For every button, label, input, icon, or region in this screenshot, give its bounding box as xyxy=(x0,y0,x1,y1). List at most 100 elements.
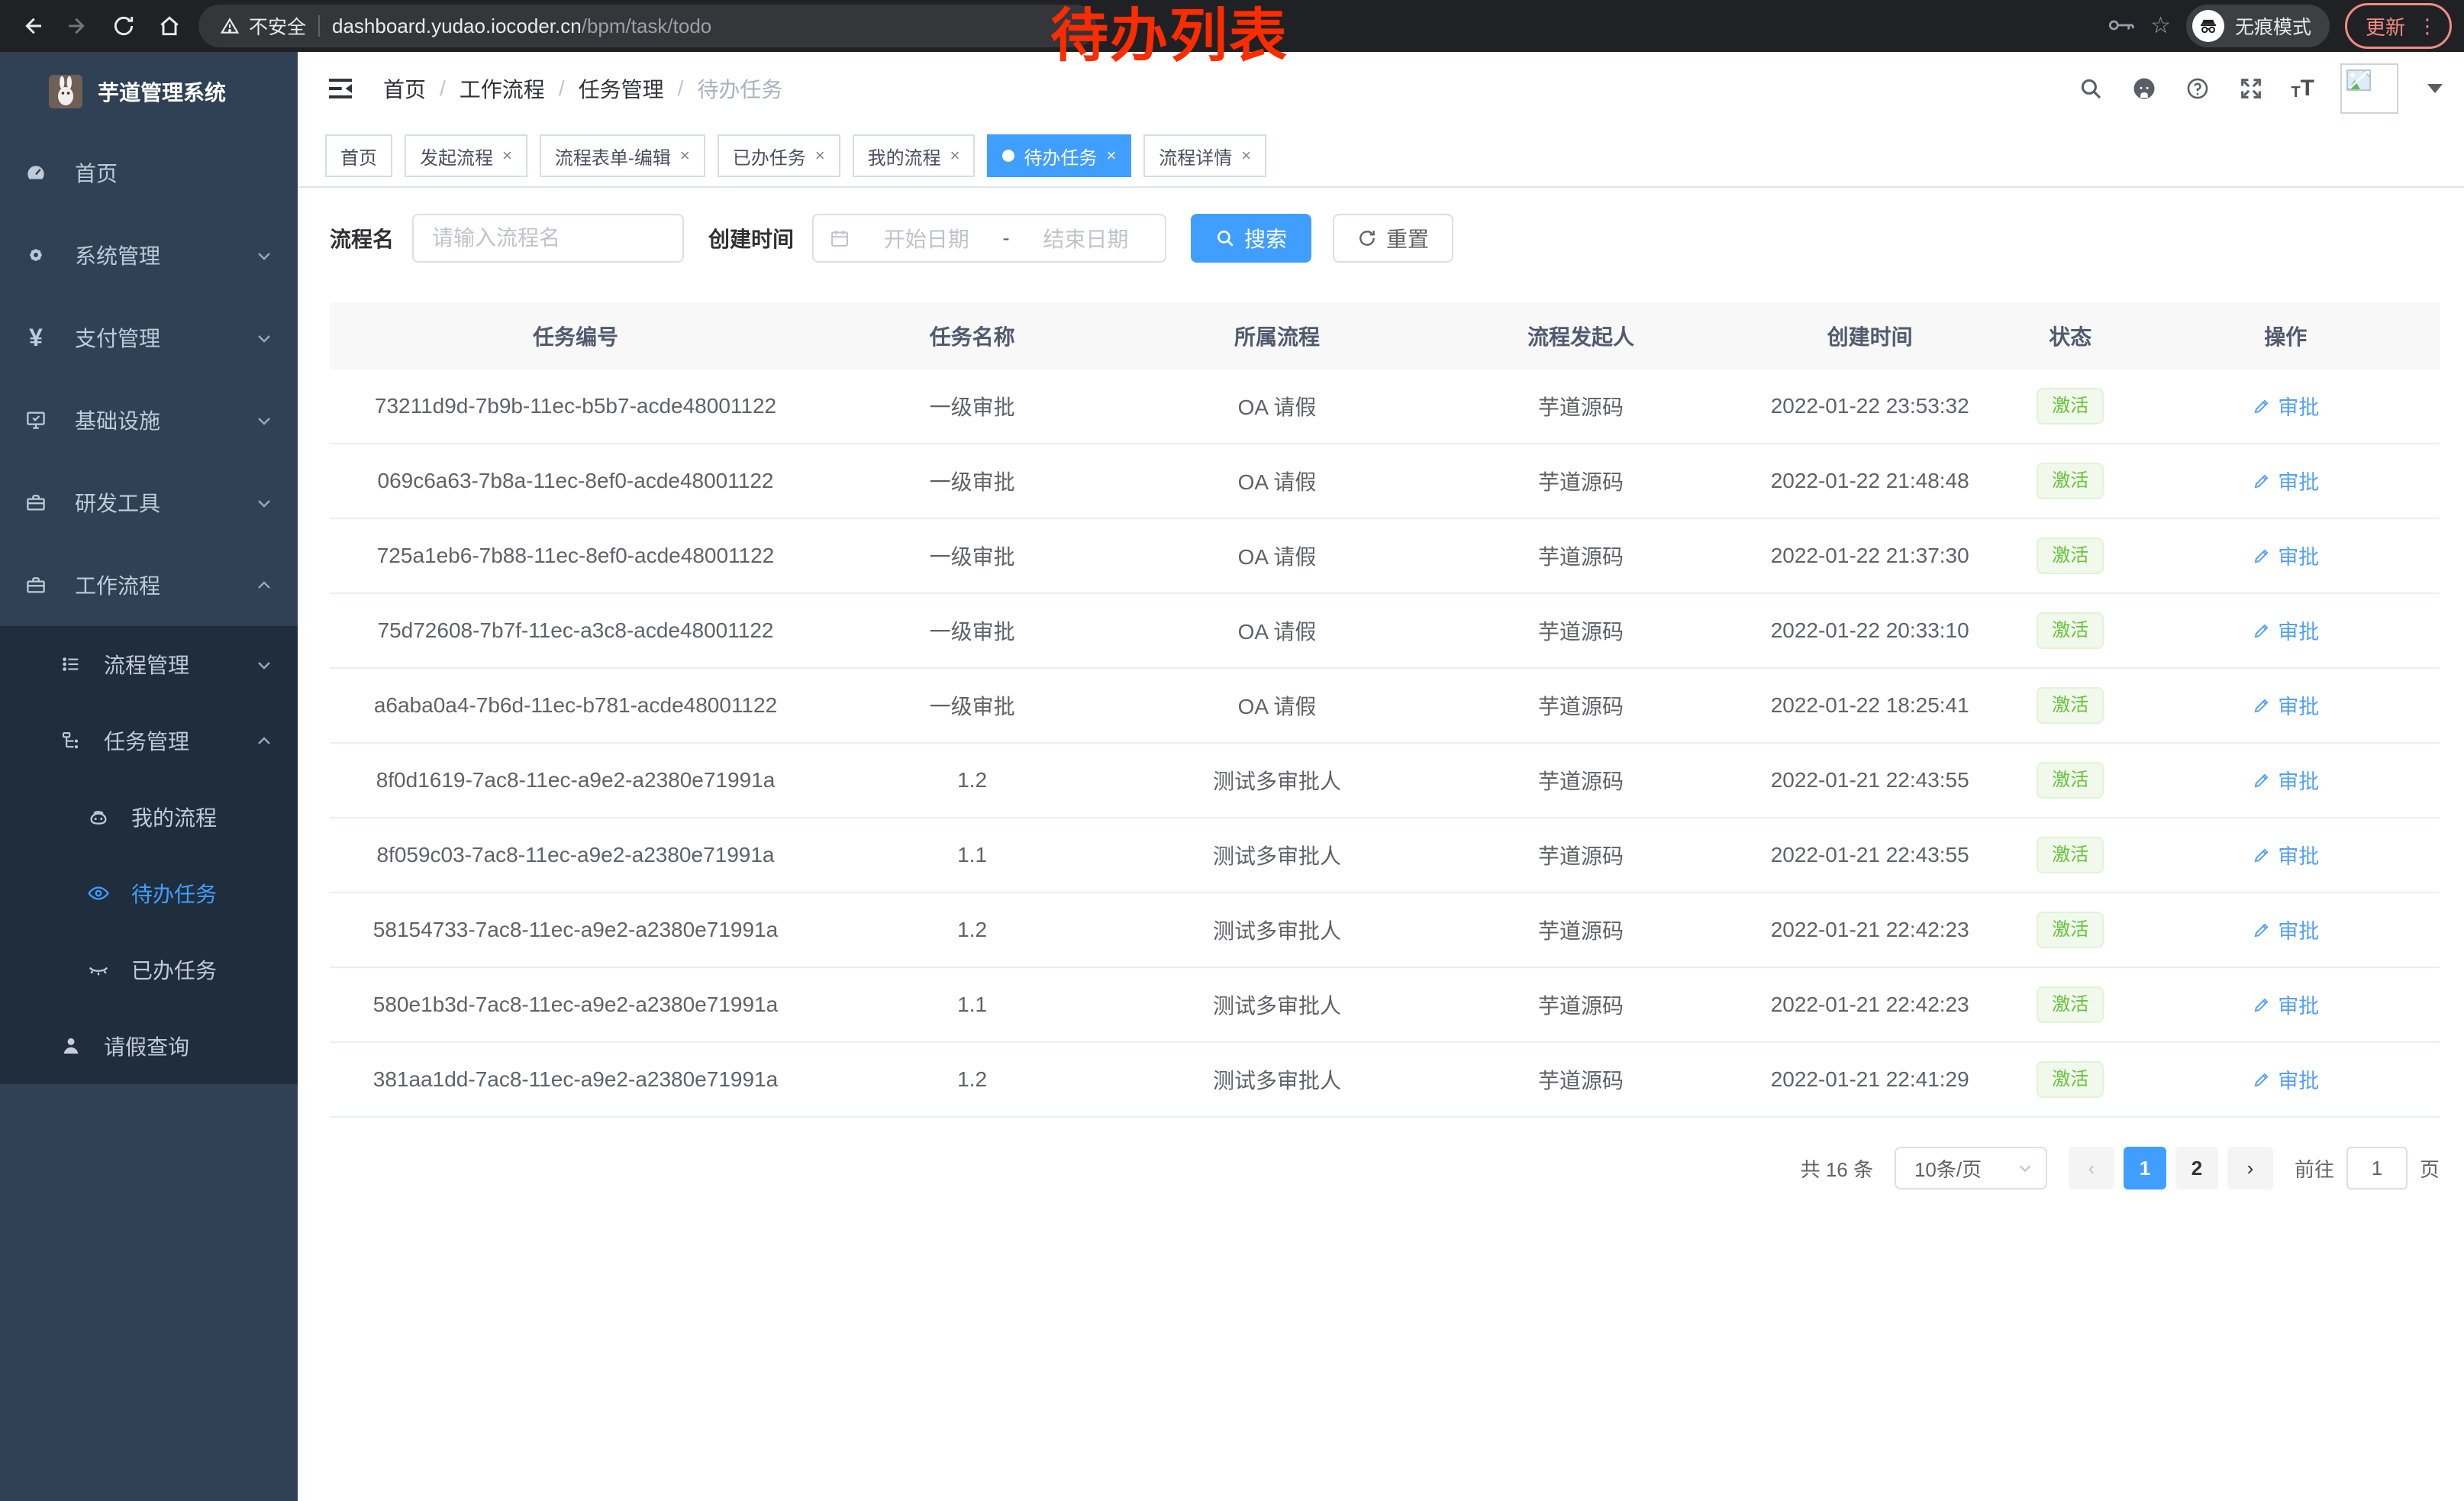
table-row: 580e1b3d-7ac8-11ec-a9e2-a2380e71991a1.1测… xyxy=(330,967,2440,1042)
col-actions: 操作 xyxy=(2131,302,2440,370)
page-size-select[interactable]: 10条/页 xyxy=(1895,1147,2047,1190)
approve-link[interactable]: 审批 xyxy=(2252,690,2319,720)
approve-link[interactable]: 审批 xyxy=(2252,1064,2319,1094)
page-1-button[interactable]: 1 xyxy=(2124,1147,2166,1190)
goto-page-input[interactable] xyxy=(2346,1147,2408,1190)
forward-icon[interactable] xyxy=(58,6,98,46)
table-row: 8f059c03-7ac8-11ec-a9e2-a2380e71991a1.1测… xyxy=(330,818,2440,893)
browser-menu-icon[interactable]: ⋮ xyxy=(2417,15,2437,38)
workflow-submenu: 流程管理 任务管理 我的流程 xyxy=(0,626,298,1084)
home-icon[interactable] xyxy=(150,6,189,46)
status-badge: 激活 xyxy=(2037,687,2104,724)
table-row: 58154733-7ac8-11ec-a9e2-a2380e71991a1.2测… xyxy=(330,893,2440,967)
approve-link[interactable]: 审批 xyxy=(2252,915,2319,944)
close-icon[interactable]: × xyxy=(1241,146,1251,166)
approve-link[interactable]: 审批 xyxy=(2252,615,2319,645)
url-text: dashboard.yudao.iocoder.cn/bpm/task/todo xyxy=(332,15,711,38)
search-button[interactable]: 搜索 xyxy=(1191,214,1311,263)
pencil-icon xyxy=(2252,920,2272,940)
security-label[interactable]: 不安全 xyxy=(249,12,306,40)
avatar[interactable] xyxy=(2340,63,2398,114)
sidebar-item-workflow[interactable]: 工作流程 xyxy=(0,544,298,626)
close-icon[interactable]: × xyxy=(1106,146,1116,166)
person-icon xyxy=(60,1035,82,1057)
flow-tree-icon xyxy=(60,729,82,752)
col-create-time: 创建时间 xyxy=(1730,302,2009,370)
table-row: 069c6a63-7b8a-11ec-8ef0-acde48001122一级审批… xyxy=(330,444,2440,518)
chevron-down-icon xyxy=(255,411,273,429)
breadcrumb-task-mgmt[interactable]: 任务管理 xyxy=(579,73,664,104)
table-header-row: 任务编号 任务名称 所属流程 流程发起人 创建时间 状态 操作 xyxy=(330,302,2440,370)
reset-button[interactable]: 重置 xyxy=(1333,214,1453,263)
search-icon[interactable] xyxy=(2077,75,2104,102)
gear-icon xyxy=(24,244,47,266)
table-row: 725a1eb6-7b88-11ec-8ef0-acde48001122一级审批… xyxy=(330,518,2440,593)
reload-icon[interactable] xyxy=(104,6,144,46)
sidebar-item-task-mgmt[interactable]: 任务管理 xyxy=(0,702,298,779)
sidebar-item-infra[interactable]: 基础设施 xyxy=(0,379,298,461)
calendar-icon xyxy=(829,228,850,249)
start-date-placeholder: 开始日期 xyxy=(863,223,990,253)
approve-link[interactable]: 审批 xyxy=(2252,541,2319,570)
tab-my-process[interactable]: 我的流程× xyxy=(853,134,976,177)
page-2-button[interactable]: 2 xyxy=(2175,1147,2218,1190)
filter-bar: 流程名 创建时间 开始日期 - 结束日期 搜索 xyxy=(330,214,2440,263)
prev-page-button[interactable]: ‹ xyxy=(2069,1147,2114,1190)
breadcrumb-workflow[interactable]: 工作流程 xyxy=(460,73,545,104)
page-unit-label: 页 xyxy=(2420,1154,2440,1183)
logo[interactable]: 芋道管理系统 xyxy=(0,52,298,131)
tab-start-process[interactable]: 发起流程× xyxy=(405,134,527,177)
close-icon[interactable]: × xyxy=(680,146,690,166)
sidebar-item-leave-query[interactable]: 请假查询 xyxy=(0,1008,298,1084)
font-size-icon[interactable]: TT xyxy=(2291,77,2314,100)
process-name-input[interactable] xyxy=(412,214,684,263)
sidebar-item-devtools[interactable]: 研发工具 xyxy=(0,461,298,544)
status-badge: 激活 xyxy=(2037,388,2104,424)
approve-link[interactable]: 审批 xyxy=(2252,840,2319,870)
incognito-label: 无痕模式 xyxy=(2235,12,2311,40)
breadcrumb-home[interactable]: 首页 xyxy=(383,73,426,104)
tab-process-detail[interactable]: 流程详情× xyxy=(1143,134,1266,177)
close-icon[interactable]: × xyxy=(502,146,512,166)
breadcrumb: 首页 / 工作流程 / 任务管理 / 待办任务 xyxy=(383,73,782,104)
address-bar[interactable]: 不安全 dashboard.yudao.iocoder.cn/bpm/task/… xyxy=(198,5,1096,47)
close-icon[interactable]: × xyxy=(815,146,825,166)
next-page-button[interactable]: › xyxy=(2227,1147,2273,1190)
annotation-text: 待办列表 xyxy=(1050,2,1288,71)
status-badge: 激活 xyxy=(2037,986,2104,1023)
sidebar-item-my-process[interactable]: 我的流程 xyxy=(0,779,298,855)
total-count: 共 16 条 xyxy=(1801,1154,1873,1183)
sidebar-item-home[interactable]: 首页 xyxy=(0,131,298,214)
date-range-picker[interactable]: 开始日期 - 结束日期 xyxy=(812,214,1166,263)
approve-link[interactable]: 审批 xyxy=(2252,989,2319,1019)
help-icon[interactable] xyxy=(2184,75,2211,102)
process-name-label: 流程名 xyxy=(330,223,394,253)
tab-home[interactable]: 首页 xyxy=(325,134,392,177)
avatar-dropdown-caret[interactable] xyxy=(2427,84,2443,93)
password-key-icon[interactable] xyxy=(2108,12,2135,40)
sidebar-item-system[interactable]: 系统管理 xyxy=(0,214,298,296)
table-row: 8f0d1619-7ac8-11ec-a9e2-a2380e71991a1.2测… xyxy=(330,743,2440,818)
tab-form-edit[interactable]: 流程表单-编辑× xyxy=(540,134,705,177)
incognito-badge: 无痕模式 xyxy=(2186,5,2330,47)
bookmark-star-icon[interactable]: ☆ xyxy=(2150,15,2171,37)
sidebar-collapse-icon[interactable] xyxy=(325,73,356,104)
back-icon[interactable] xyxy=(12,6,52,46)
update-button[interactable]: 更新 ⋮ xyxy=(2345,3,2452,49)
sidebar-item-payment[interactable]: ¥ 支付管理 xyxy=(0,296,298,379)
close-icon[interactable]: × xyxy=(950,146,960,166)
sidebar-item-process-mgmt[interactable]: 流程管理 xyxy=(0,626,298,702)
approve-link[interactable]: 审批 xyxy=(2252,765,2319,795)
approve-link[interactable]: 审批 xyxy=(2252,466,2319,495)
col-status: 状态 xyxy=(2009,302,2131,370)
sidebar-item-todo-tasks[interactable]: 待办任务 xyxy=(0,855,298,931)
fullscreen-icon[interactable] xyxy=(2237,75,2265,102)
pencil-icon xyxy=(2252,770,2272,790)
pencil-icon xyxy=(2252,995,2272,1015)
logo-image xyxy=(49,75,82,108)
tab-done-tasks[interactable]: 已办任务× xyxy=(718,134,840,177)
approve-link[interactable]: 审批 xyxy=(2252,391,2319,421)
github-icon[interactable] xyxy=(2130,75,2158,102)
sidebar-item-done-tasks[interactable]: 已办任务 xyxy=(0,931,298,1008)
tab-todo-tasks[interactable]: 待办任务× xyxy=(987,134,1131,177)
